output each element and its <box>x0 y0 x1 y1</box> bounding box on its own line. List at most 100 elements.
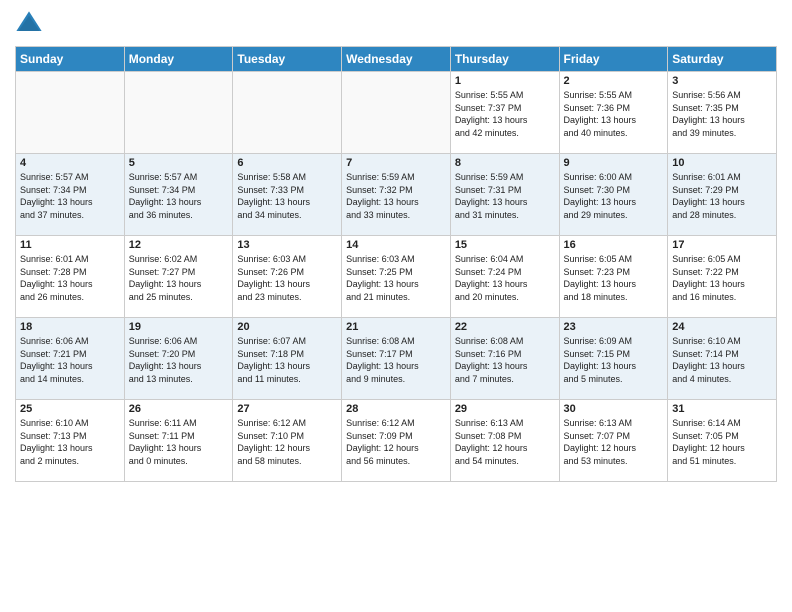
calendar-cell: 3 Sunrise: 5:56 AM Sunset: 7:35 PM Daylig… <box>668 72 777 154</box>
day-number: 9 <box>564 157 664 169</box>
day-info: Sunrise: 6:02 AM Sunset: 7:27 PM Dayligh… <box>129 253 229 303</box>
day-number: 29 <box>455 403 555 415</box>
logo-icon <box>15 10 43 38</box>
day-number: 13 <box>237 239 337 251</box>
calendar-cell: 1 Sunrise: 5:55 AM Sunset: 7:37 PM Daylig… <box>450 72 559 154</box>
day-number: 27 <box>237 403 337 415</box>
day-number: 22 <box>455 321 555 333</box>
day-info: Sunrise: 6:06 AM Sunset: 7:21 PM Dayligh… <box>20 335 120 385</box>
day-info: Sunrise: 6:05 AM Sunset: 7:23 PM Dayligh… <box>564 253 664 303</box>
day-info: Sunrise: 5:59 AM Sunset: 7:31 PM Dayligh… <box>455 171 555 221</box>
day-number: 14 <box>346 239 446 251</box>
day-info: Sunrise: 6:11 AM Sunset: 7:11 PM Dayligh… <box>129 417 229 467</box>
day-info: Sunrise: 6:09 AM Sunset: 7:15 PM Dayligh… <box>564 335 664 385</box>
day-number: 8 <box>455 157 555 169</box>
day-info: Sunrise: 6:03 AM Sunset: 7:26 PM Dayligh… <box>237 253 337 303</box>
day-info: Sunrise: 5:55 AM Sunset: 7:37 PM Dayligh… <box>455 89 555 139</box>
day-info: Sunrise: 6:13 AM Sunset: 7:07 PM Dayligh… <box>564 417 664 467</box>
day-number: 30 <box>564 403 664 415</box>
day-info: Sunrise: 5:57 AM Sunset: 7:34 PM Dayligh… <box>129 171 229 221</box>
day-info: Sunrise: 6:01 AM Sunset: 7:29 PM Dayligh… <box>672 171 772 221</box>
calendar-cell: 12 Sunrise: 6:02 AM Sunset: 7:27 PM Dayli… <box>124 236 233 318</box>
calendar-cell: 14 Sunrise: 6:03 AM Sunset: 7:25 PM Dayli… <box>342 236 451 318</box>
day-info: Sunrise: 6:05 AM Sunset: 7:22 PM Dayligh… <box>672 253 772 303</box>
calendar-cell <box>16 72 125 154</box>
day-info: Sunrise: 6:10 AM Sunset: 7:14 PM Dayligh… <box>672 335 772 385</box>
day-info: Sunrise: 6:00 AM Sunset: 7:30 PM Dayligh… <box>564 171 664 221</box>
day-info: Sunrise: 6:13 AM Sunset: 7:08 PM Dayligh… <box>455 417 555 467</box>
week-row-3: 11Sunrise: 6:01 AM Sunset: 7:28 PM Dayli… <box>16 236 777 318</box>
day-info: Sunrise: 6:12 AM Sunset: 7:10 PM Dayligh… <box>237 417 337 467</box>
day-info: Sunrise: 6:14 AM Sunset: 7:05 PM Dayligh… <box>672 417 772 467</box>
day-info: Sunrise: 5:57 AM Sunset: 7:34 PM Dayligh… <box>20 171 120 221</box>
day-header-wednesday: Wednesday <box>342 47 451 72</box>
day-number: 19 <box>129 321 229 333</box>
day-header-sunday: Sunday <box>16 47 125 72</box>
day-number: 1 <box>455 75 555 87</box>
calendar-cell: 30 Sunrise: 6:13 AM Sunset: 7:07 PM Dayli… <box>559 400 668 482</box>
calendar-cell: 16 Sunrise: 6:05 AM Sunset: 7:23 PM Dayli… <box>559 236 668 318</box>
day-number: 5 <box>129 157 229 169</box>
page: SundayMondayTuesdayWednesdayThursdayFrid… <box>0 0 792 612</box>
day-number: 12 <box>129 239 229 251</box>
day-number: 3 <box>672 75 772 87</box>
day-number: 7 <box>346 157 446 169</box>
week-row-4: 18Sunrise: 6:06 AM Sunset: 7:21 PM Dayli… <box>16 318 777 400</box>
calendar-cell: 31Sunrise: 6:14 AM Sunset: 7:05 PM Dayli… <box>668 400 777 482</box>
calendar-cell: 23 Sunrise: 6:09 AM Sunset: 7:15 PM Dayli… <box>559 318 668 400</box>
day-info: Sunrise: 6:08 AM Sunset: 7:17 PM Dayligh… <box>346 335 446 385</box>
day-info: Sunrise: 5:59 AM Sunset: 7:32 PM Dayligh… <box>346 171 446 221</box>
calendar-cell: 29 Sunrise: 6:13 AM Sunset: 7:08 PM Dayli… <box>450 400 559 482</box>
week-row-2: 4 Sunrise: 5:57 AM Sunset: 7:34 PM Daylig… <box>16 154 777 236</box>
day-info: Sunrise: 6:07 AM Sunset: 7:18 PM Dayligh… <box>237 335 337 385</box>
day-number: 20 <box>237 321 337 333</box>
calendar-cell <box>342 72 451 154</box>
day-number: 28 <box>346 403 446 415</box>
day-info: Sunrise: 5:58 AM Sunset: 7:33 PM Dayligh… <box>237 171 337 221</box>
day-info: Sunrise: 6:04 AM Sunset: 7:24 PM Dayligh… <box>455 253 555 303</box>
calendar-cell: 8 Sunrise: 5:59 AM Sunset: 7:31 PM Daylig… <box>450 154 559 236</box>
calendar-cell: 4 Sunrise: 5:57 AM Sunset: 7:34 PM Daylig… <box>16 154 125 236</box>
week-row-5: 25 Sunrise: 6:10 AM Sunset: 7:13 PM Dayli… <box>16 400 777 482</box>
calendar-cell: 13 Sunrise: 6:03 AM Sunset: 7:26 PM Dayli… <box>233 236 342 318</box>
day-info: Sunrise: 6:08 AM Sunset: 7:16 PM Dayligh… <box>455 335 555 385</box>
day-number: 4 <box>20 157 120 169</box>
calendar-cell: 25 Sunrise: 6:10 AM Sunset: 7:13 PM Dayli… <box>16 400 125 482</box>
calendar-cell: 19Sunrise: 6:06 AM Sunset: 7:20 PM Dayli… <box>124 318 233 400</box>
calendar-cell: 15 Sunrise: 6:04 AM Sunset: 7:24 PM Dayli… <box>450 236 559 318</box>
calendar-cell <box>124 72 233 154</box>
day-number: 21 <box>346 321 446 333</box>
calendar-table: SundayMondayTuesdayWednesdayThursdayFrid… <box>15 46 777 482</box>
calendar-cell: 9 Sunrise: 6:00 AM Sunset: 7:30 PM Daylig… <box>559 154 668 236</box>
day-number: 10 <box>672 157 772 169</box>
calendar-cell: 10 Sunrise: 6:01 AM Sunset: 7:29 PM Dayli… <box>668 154 777 236</box>
day-number: 26 <box>129 403 229 415</box>
day-number: 16 <box>564 239 664 251</box>
day-number: 23 <box>564 321 664 333</box>
calendar-cell: 17 Sunrise: 6:05 AM Sunset: 7:22 PM Dayli… <box>668 236 777 318</box>
calendar-cell: 6 Sunrise: 5:58 AM Sunset: 7:33 PM Daylig… <box>233 154 342 236</box>
day-number: 25 <box>20 403 120 415</box>
day-info: Sunrise: 5:55 AM Sunset: 7:36 PM Dayligh… <box>564 89 664 139</box>
day-number: 6 <box>237 157 337 169</box>
week-row-1: 1 Sunrise: 5:55 AM Sunset: 7:37 PM Daylig… <box>16 72 777 154</box>
calendar-cell: 27 Sunrise: 6:12 AM Sunset: 7:10 PM Dayli… <box>233 400 342 482</box>
calendar-cell: 21 Sunrise: 6:08 AM Sunset: 7:17 PM Dayli… <box>342 318 451 400</box>
day-info: Sunrise: 6:10 AM Sunset: 7:13 PM Dayligh… <box>20 417 120 467</box>
day-info: Sunrise: 6:03 AM Sunset: 7:25 PM Dayligh… <box>346 253 446 303</box>
calendar-cell: 26 Sunrise: 6:11 AM Sunset: 7:11 PM Dayli… <box>124 400 233 482</box>
calendar-cell: 7 Sunrise: 5:59 AM Sunset: 7:32 PM Daylig… <box>342 154 451 236</box>
day-number: 17 <box>672 239 772 251</box>
calendar-cell: 11Sunrise: 6:01 AM Sunset: 7:28 PM Dayli… <box>16 236 125 318</box>
day-number: 15 <box>455 239 555 251</box>
calendar-cell: 2 Sunrise: 5:55 AM Sunset: 7:36 PM Daylig… <box>559 72 668 154</box>
day-number: 11 <box>20 239 120 251</box>
day-header-friday: Friday <box>559 47 668 72</box>
logo <box>15 10 47 38</box>
calendar-cell: 22 Sunrise: 6:08 AM Sunset: 7:16 PM Dayli… <box>450 318 559 400</box>
day-number: 24 <box>672 321 772 333</box>
calendar-cell: 24 Sunrise: 6:10 AM Sunset: 7:14 PM Dayli… <box>668 318 777 400</box>
day-header-thursday: Thursday <box>450 47 559 72</box>
day-info: Sunrise: 5:56 AM Sunset: 7:35 PM Dayligh… <box>672 89 772 139</box>
day-number: 2 <box>564 75 664 87</box>
